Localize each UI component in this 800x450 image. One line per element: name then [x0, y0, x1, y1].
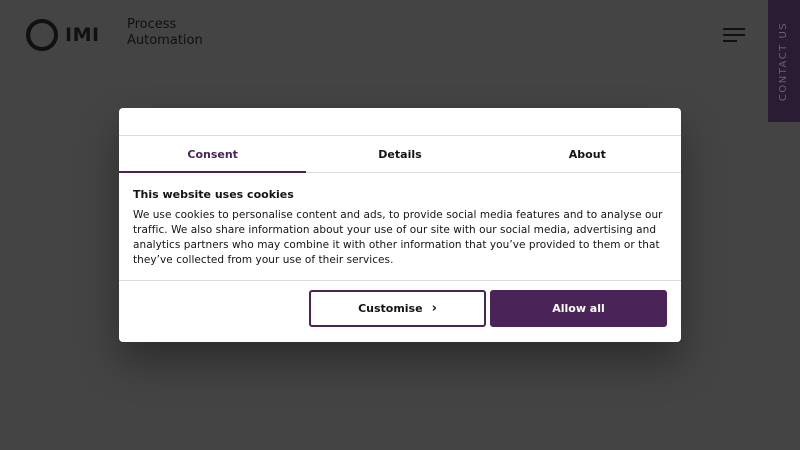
- logo-text: IMI: [65, 24, 100, 46]
- brand-line-1: Process: [127, 17, 177, 32]
- cookie-consent-dialog: Consent Details About This website uses …: [119, 108, 681, 342]
- contact-us-label: CONTACT US: [778, 21, 790, 101]
- tab-consent[interactable]: Consent: [119, 136, 307, 173]
- tab-about[interactable]: About: [494, 136, 681, 172]
- customise-label: Customise: [358, 302, 423, 315]
- tab-details[interactable]: Details: [306, 136, 493, 172]
- contact-us-tab[interactable]: CONTACT US: [768, 0, 800, 122]
- hamburger-menu-icon[interactable]: [723, 27, 746, 43]
- dialog-actions: Customise › Allow all: [119, 281, 681, 327]
- allow-all-button[interactable]: Allow all: [490, 290, 667, 327]
- brand-line-2: Automation: [127, 33, 203, 48]
- logo-ring-icon: [25, 19, 61, 51]
- site-header: IMI Process Automation CONTACT US: [0, 0, 800, 122]
- chevron-right-icon: ›: [431, 301, 437, 316]
- dialog-heading: This website uses cookies: [133, 188, 294, 201]
- dialog-tabs: Consent Details About: [119, 136, 681, 173]
- imi-logo[interactable]: IMI: [25, 18, 100, 52]
- dialog-top-bar: [119, 108, 681, 136]
- dialog-body-text: We use cookies to personalise content an…: [133, 209, 663, 266]
- customise-button[interactable]: Customise ›: [309, 290, 486, 327]
- brand-subtitle: Process Automation: [127, 17, 203, 49]
- dialog-content: This website uses cookies We use cookies…: [119, 173, 681, 281]
